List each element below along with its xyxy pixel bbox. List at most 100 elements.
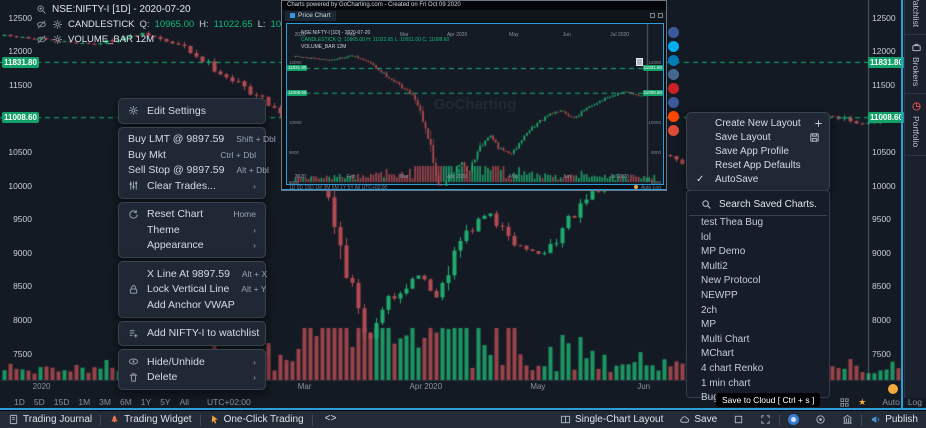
price-tick: 9000 — [6, 248, 32, 258]
camera-icon-button[interactable] — [780, 411, 807, 428]
scale-log[interactable]: Log — [908, 397, 922, 407]
saved-chart-multi-chart[interactable]: Multi Chart — [687, 333, 829, 348]
menu-shortcut: Alt + Y — [235, 284, 266, 294]
expand-icon-button[interactable] — [752, 411, 779, 428]
mini-price-tick: 9000 — [289, 150, 299, 155]
range-1y[interactable]: 1Y — [141, 397, 151, 407]
eye-icon — [128, 356, 141, 367]
lock-vertical-line-menu-item[interactable]: Lock Vertical LineAlt + Y — [119, 282, 265, 298]
save-button[interactable]: Save — [671, 411, 725, 428]
saved-chart-4-chart-renko[interactable]: 4 chart Renko — [687, 362, 829, 377]
trading-widget-button[interactable]: Trading Widget — [101, 411, 199, 428]
single-chart-layout-button[interactable]: Single-Chart Layout — [552, 411, 671, 428]
menu-item-label: Add Anchor VWAP — [147, 299, 235, 311]
saved-chart-newpp[interactable]: NEWPP — [687, 289, 829, 304]
clear-trades-menu-item[interactable]: Clear Trades...› — [119, 178, 265, 194]
save-app-profile-menu-item[interactable]: Save App Profile — [687, 145, 829, 159]
saved-charts-search[interactable]: Search Saved Charts. — [689, 197, 827, 216]
range-5y[interactable]: 5Y — [160, 397, 170, 407]
share-button-2[interactable] — [668, 55, 679, 66]
saved-chart-new-protocol[interactable]: New Protocol — [687, 274, 829, 289]
buy-lmt-9897-59-menu-item[interactable]: Buy LMT @ 9897.59Shift + Dbl — [119, 132, 265, 148]
saved-chart-lol[interactable]: lol — [687, 231, 829, 246]
share-button-1[interactable] — [668, 41, 679, 52]
appearance-menu-item[interactable]: Appearance› — [119, 238, 265, 254]
volume-settings-icon[interactable] — [52, 34, 63, 45]
preview-study: CANDLESTICK Q: 10965.00 H: 11022.65 L: 1… — [301, 37, 449, 43]
share-button-4[interactable] — [668, 83, 679, 94]
mini-price-badge: 11008.60 — [643, 90, 663, 96]
share-button-5[interactable] — [668, 97, 679, 108]
button-label: Single-Chart Layout — [575, 414, 663, 425]
range-1d[interactable]: 1D — [14, 397, 25, 407]
trading-app: NSE:NIFTY-I [1D] - 2020-07-20 CANDLESTIC… — [0, 0, 926, 428]
publish-button[interactable]: Publish — [862, 411, 926, 428]
hide-study-icon[interactable] — [36, 19, 47, 30]
saved-charts-list: test Thea BuglolMP DemoMulti2New Protoco… — [687, 216, 829, 406]
sell-stop-9897-59-menu-item[interactable]: Sell Stop @ 9897.59Alt + Dbl — [119, 163, 265, 179]
x-line-at-9897-59-menu-item[interactable]: X Line At 9897.59Alt + X — [119, 266, 265, 282]
delete-menu-item[interactable]: Delete› — [119, 370, 265, 386]
x-tick: 2020 — [33, 382, 51, 391]
range-5d[interactable]: 5D — [34, 397, 45, 407]
range-3m[interactable]: 3M — [99, 397, 111, 407]
hide-volume-icon[interactable] — [36, 34, 47, 45]
range-all[interactable]: All — [180, 397, 189, 407]
price-tick: 8500 — [6, 281, 32, 291]
autosave-menu-item[interactable]: ✓AutoSave — [687, 172, 829, 186]
range-15d[interactable]: 15D — [54, 397, 70, 407]
range-1m[interactable]: 1M — [78, 397, 90, 407]
saved-chart-multi2[interactable]: Multi2 — [687, 260, 829, 275]
saved-chart-mp[interactable]: MP — [687, 318, 829, 333]
menu-shortcut: › — [247, 240, 256, 250]
target-icon-button[interactable] — [807, 411, 834, 428]
bank-icon-button[interactable] — [834, 411, 861, 428]
saved-chart-1-min-chart[interactable]: 1 min chart — [687, 377, 829, 392]
trading-journal-button[interactable]: Trading Journal — [0, 411, 100, 428]
sidebar-tab-watchlist[interactable]: Watchlist — [905, 0, 926, 35]
square-icon-button[interactable] — [725, 411, 752, 428]
add-nifty-i-to-watchlist-menu-item[interactable]: Add NIFTY-I to watchlist — [119, 326, 265, 342]
buy-mkt-menu-item[interactable]: Buy MktCtrl + Dbl — [119, 147, 265, 163]
save-layout-menu-item[interactable]: Save Layout — [687, 131, 829, 145]
-button[interactable]: <> — [313, 411, 345, 428]
theme-menu-item[interactable]: Theme› — [119, 222, 265, 238]
share-button-6[interactable] — [668, 111, 679, 122]
edit-settings-menu-item[interactable]: Edit Settings — [119, 103, 265, 119]
scroll-to-latest-dot[interactable] — [888, 384, 898, 394]
reset-chart-menu-item[interactable]: Reset ChartHome — [119, 207, 265, 223]
reset-app-defaults-menu-item[interactable]: Reset App Defaults — [687, 158, 829, 172]
symbol-zoom-icon[interactable] — [36, 4, 47, 15]
layout-icon — [560, 414, 571, 425]
scale-auto[interactable]: Auto — [882, 397, 900, 407]
one-click-trading-button[interactable]: One-Click Trading — [201, 411, 312, 428]
sidebar-tab-brokers[interactable]: Brokers — [905, 35, 926, 94]
saved-chart-test-thea-bug[interactable]: test Thea Bug — [687, 216, 829, 231]
timezone-label[interactable]: UTC+02:00 — [207, 397, 251, 407]
sidebar-tab-portfolio[interactable]: Portfolio — [905, 94, 926, 155]
create-new-layout-menu-item[interactable]: Create New Layout — [687, 117, 829, 131]
add-anchor-vwap-menu-item[interactable]: Add Anchor VWAP — [119, 297, 265, 313]
sidebar-tab-label: Watchlist — [911, 0, 921, 27]
saved-chart-2ch[interactable]: 2ch — [687, 304, 829, 319]
star-icon[interactable]: ★ — [858, 397, 866, 408]
chart-preview-popup[interactable]: Charts powered by GoCharting.com - Creat… — [281, 0, 667, 191]
range-6m[interactable]: 6M — [120, 397, 132, 407]
grid-icon[interactable] — [839, 397, 850, 408]
pv-month-bottom: Apr 2020 — [447, 174, 467, 180]
mini-price-badge: 11831.80 — [287, 65, 307, 71]
saved-chart-mchart[interactable]: MChart — [687, 347, 829, 362]
share-button-3[interactable] — [668, 69, 679, 80]
price-badge: 11008.60 — [868, 112, 905, 123]
expand-icon — [760, 414, 771, 425]
saved-chart-mp-demo[interactable]: MP Demo — [687, 245, 829, 260]
menu-group: Add NIFTY-I to watchlist — [118, 321, 266, 347]
study-settings-icon[interactable] — [52, 19, 63, 30]
share-button-7[interactable] — [668, 125, 679, 136]
menu-item-label: X Line At 9897.59 — [147, 268, 230, 280]
mini-price-badge: 11831.80 — [643, 65, 663, 71]
share-button-0[interactable] — [668, 27, 679, 38]
hide-unhide-menu-item[interactable]: Hide/Unhide› — [119, 354, 265, 370]
lock-icon — [128, 284, 141, 295]
pv-month-top: May — [509, 32, 518, 38]
